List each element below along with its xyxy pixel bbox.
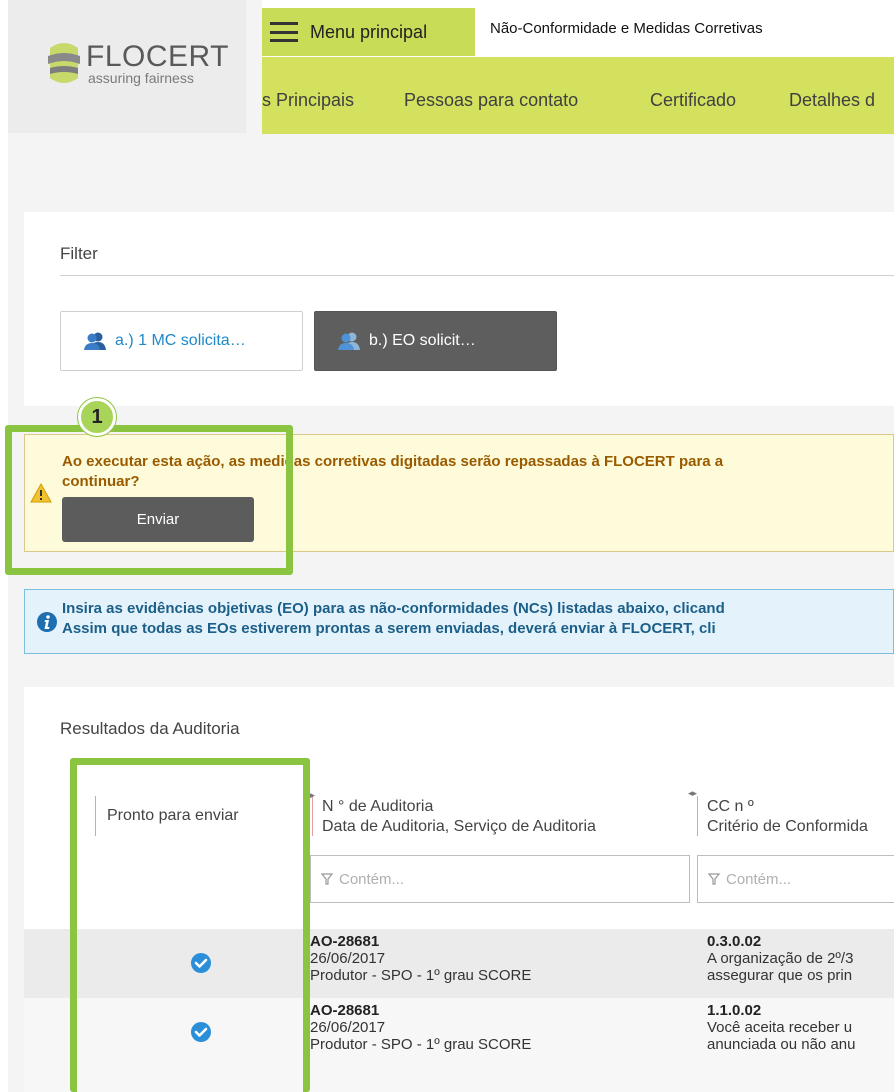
audit-cell: AO-28681 26/06/2017 Produtor - SPO - 1º …	[310, 933, 531, 984]
cc-number: 0.3.0.02	[707, 933, 762, 950]
flocert-logo[interactable]: FLOCERT assuring fairness	[8, 0, 246, 133]
filter-chip-eo-solicitada[interactable]: b.) EO solicit…	[314, 311, 557, 371]
cc-number: 1.1.0.02	[707, 1002, 762, 1019]
main-menu-label: Menu principal	[310, 21, 428, 42]
column-header-line-1: CC n º	[707, 798, 754, 815]
highlight-pronto-column	[70, 758, 310, 1092]
criterion-text: A organização de 2º/3	[707, 950, 854, 967]
user-group-icon	[84, 332, 106, 350]
criterion-text: Você aceita receber u	[707, 1019, 853, 1036]
filter-chip-mc-solicitada[interactable]: a.) 1 MC solicita…	[60, 311, 303, 371]
nav-item-detalhes[interactable]: Detalhes d	[789, 90, 875, 111]
cc-cell: 0.3.0.02 A organização de 2º/3 assegurar…	[707, 933, 853, 984]
filter-icon	[708, 873, 720, 885]
filter-placeholder: Contém...	[726, 870, 792, 888]
info-line-2: Assim que todas as EOs estiverem prontas…	[62, 620, 716, 637]
audit-service: Produtor - SPO - 1º grau SCORE	[310, 967, 532, 984]
main-menu-button[interactable]: Menu principal	[262, 8, 475, 56]
info-text: Insira as evidências objetivas (EO) para…	[62, 599, 894, 639]
filter-divider	[60, 275, 894, 276]
results-title: Resultados da Auditoria	[60, 719, 240, 738]
criterion-text: anunciada ou não anu	[707, 1036, 856, 1053]
filter-chip-label: a.) 1 MC solicita…	[115, 332, 246, 349]
info-icon	[37, 612, 57, 632]
hamburger-icon	[270, 22, 298, 42]
highlight-enviar	[5, 425, 293, 575]
cc-cell: 1.1.0.02 Você aceita receber u anunciada…	[707, 1002, 855, 1053]
nav-item-principais[interactable]: s Principais	[262, 90, 354, 111]
column-header-line-1: N ° de Auditoria	[322, 798, 434, 815]
column-separator	[697, 796, 698, 836]
logo-name: FLOCERT	[86, 40, 229, 73]
column-header-line-2: Critério de Conformida	[707, 818, 868, 835]
column-header-cc[interactable]: CC n º Critério de Conformida	[707, 797, 868, 837]
filter-chip-label: b.) EO solicit…	[369, 332, 476, 349]
nav-item-contatos[interactable]: Pessoas para contato	[404, 90, 578, 111]
audit-date: 26/06/2017	[310, 1019, 386, 1036]
column-separator	[312, 796, 313, 836]
audit-number: AO-28681	[310, 1002, 380, 1019]
cc-filter-input[interactable]: Contém...	[697, 855, 894, 903]
user-group-icon	[338, 332, 360, 350]
audit-cell: AO-28681 26/06/2017 Produtor - SPO - 1º …	[310, 1002, 531, 1053]
info-line-1: Insira as evidências objetivas (EO) para…	[62, 600, 725, 617]
column-header-line-2: Data de Auditoria, Serviço de Auditoria	[322, 818, 596, 835]
audit-number: AO-28681	[310, 933, 380, 950]
filter-section	[24, 212, 894, 406]
criterion-text: assegurar que os prin	[707, 967, 853, 984]
flocert-logo-icon	[48, 43, 80, 83]
step-callout-badge: 1	[78, 398, 116, 436]
filter-title: Filter	[60, 244, 98, 263]
filter-placeholder: Contém...	[339, 870, 405, 888]
column-resize-handle[interactable]: ◂▸	[688, 788, 697, 799]
nav-item-certificado[interactable]: Certificado	[650, 90, 736, 111]
page-title: Não-Conformidade e Medidas Corretivas	[490, 20, 763, 37]
column-header-auditoria[interactable]: N ° de Auditoria Data de Auditoria, Serv…	[322, 797, 596, 837]
audit-filter-input[interactable]: Contém...	[310, 855, 690, 903]
audit-date: 26/06/2017	[310, 950, 386, 967]
logo-tagline: assuring fairness	[88, 70, 194, 86]
audit-service: Produtor - SPO - 1º grau SCORE	[310, 1036, 532, 1053]
filter-icon	[321, 873, 333, 885]
